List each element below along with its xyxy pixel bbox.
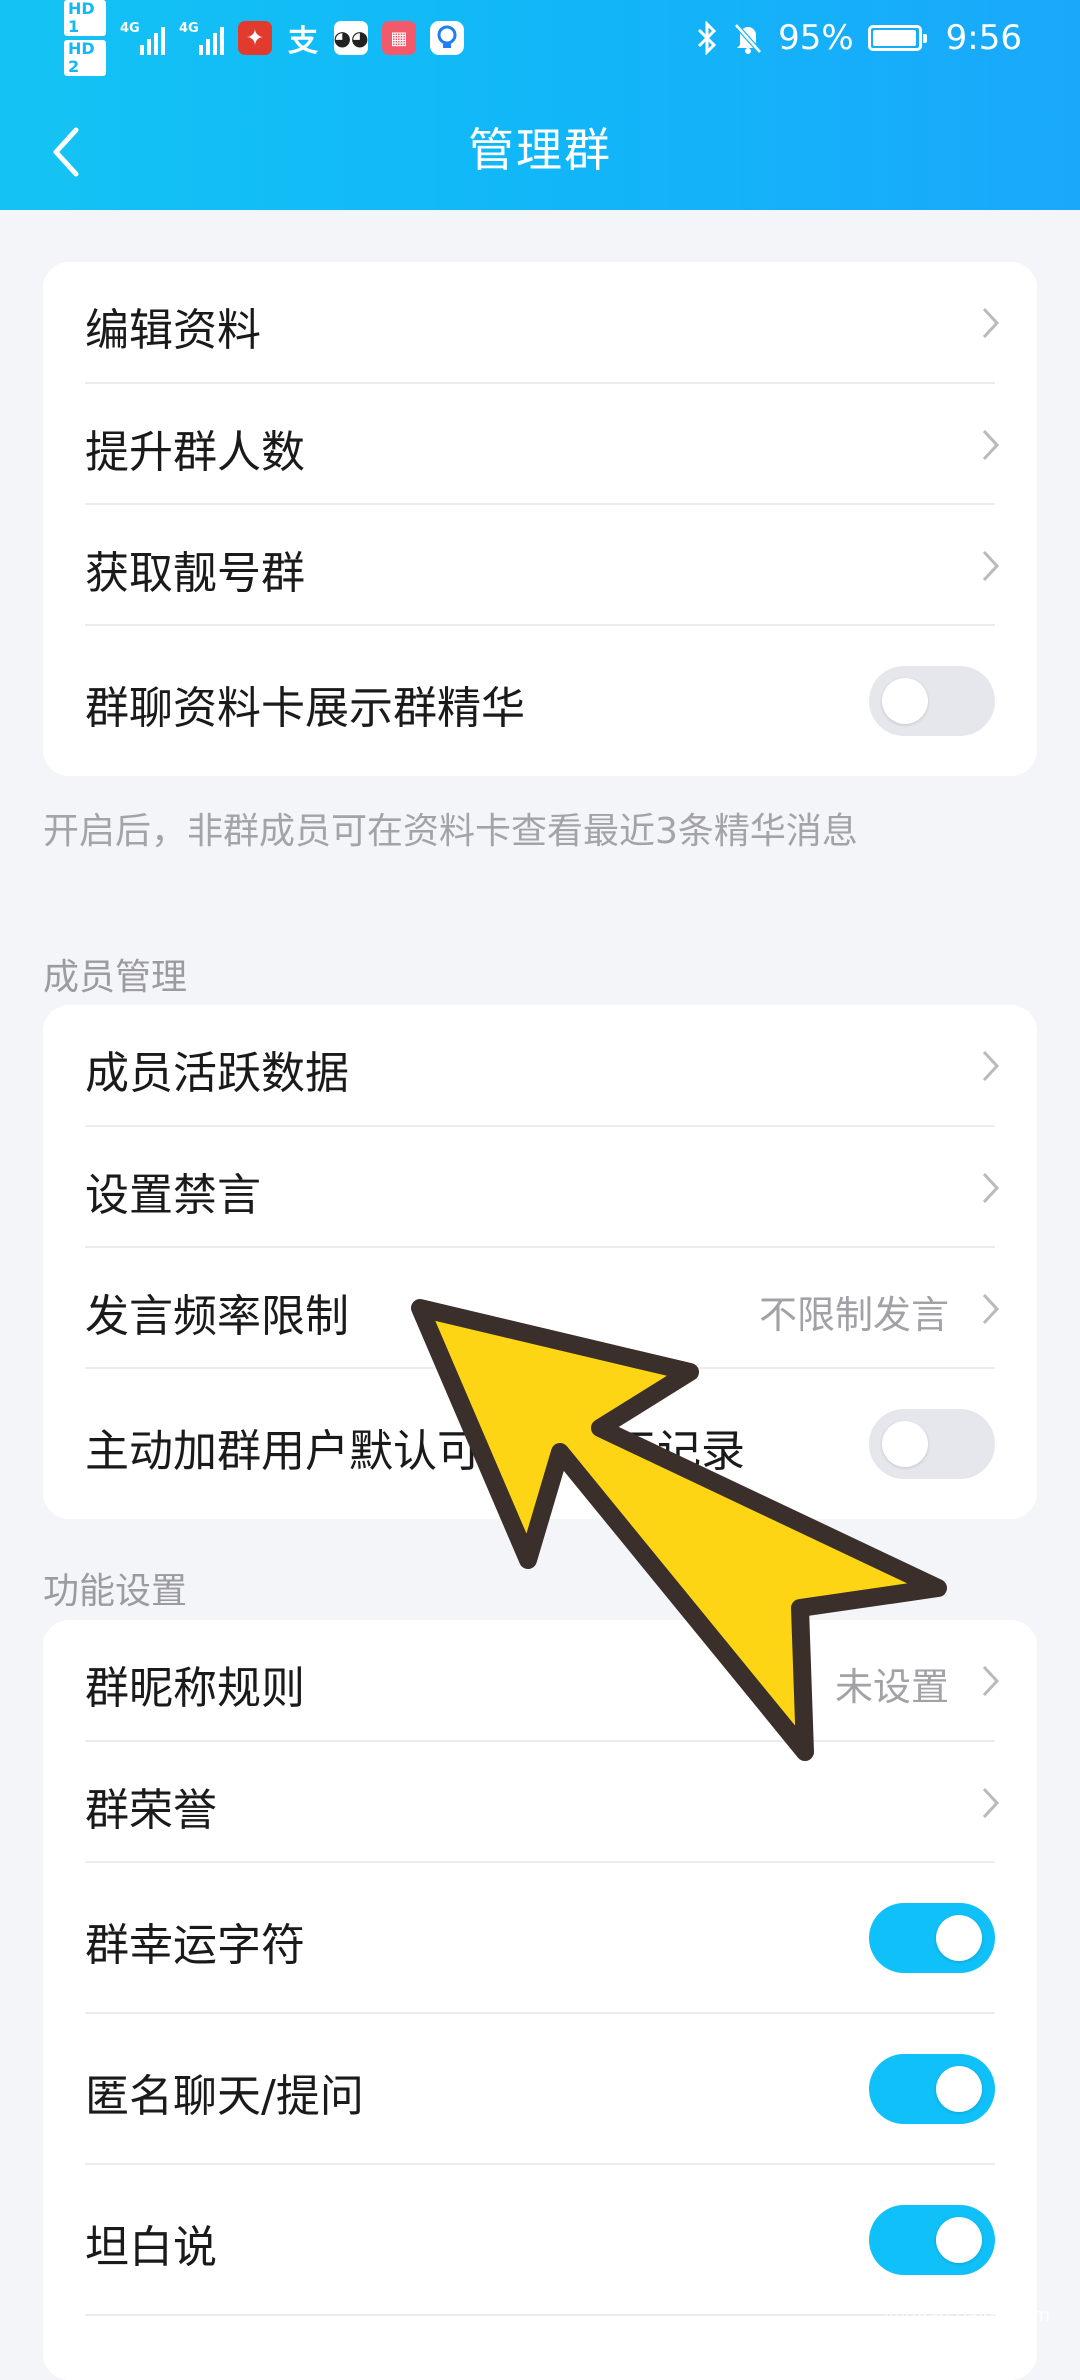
lightbulb-app-icon (430, 21, 464, 55)
row-label: 群荣誉 (85, 1785, 217, 1836)
owl-app-icon: ◕◕ (334, 21, 368, 55)
chevron-right-icon (982, 1172, 1000, 1204)
anonymous-chat-row: 匿名聊天/提问 (43, 2014, 1037, 2165)
lucky-character-toggle[interactable] (869, 1903, 995, 1973)
chevron-right-icon (982, 1665, 1000, 1697)
page-title: 管理群 (468, 123, 612, 177)
row-label: 编辑资料 (85, 305, 261, 356)
clock: 9:56 (945, 18, 1022, 58)
nav-bar: 管理群 (0, 80, 1080, 210)
group-honor-row[interactable]: 群荣誉 (43, 1742, 1037, 1863)
row-label: 匿名聊天/提问 (85, 2071, 364, 2122)
group-info-card: 编辑资料 提升群人数 获取靓号群 群聊资料卡展示群精华 (43, 262, 1037, 776)
chevron-right-icon (982, 1293, 1000, 1325)
section-header-features: 功能设置 (43, 1571, 188, 1612)
edit-profile-row[interactable]: 编辑资料 (43, 262, 1037, 384)
new-member-view-history-row: 主动加群用户默认可查看聊天记录 (43, 1369, 1037, 1519)
chevron-right-icon (982, 1050, 1000, 1082)
row-label: 发言频率限制 (85, 1291, 349, 1342)
mute-bell-icon (734, 23, 762, 54)
raise-member-limit-row[interactable]: 提升群人数 (43, 384, 1037, 505)
essence-note: 开启后，非群成员可在资料卡查看最近3条精华消息 (43, 811, 858, 852)
show-essence-toggle[interactable] (869, 666, 995, 736)
signal-icon-2: 4G (179, 21, 224, 55)
row-value: 未设置 (834, 1665, 949, 1709)
speak-frequency-limit-row[interactable]: 发言频率限制 不限制发言 (43, 1248, 1037, 1369)
chevron-right-icon (982, 429, 1000, 461)
section-header-members: 成员管理 (43, 957, 188, 998)
chevron-right-icon (982, 307, 1000, 339)
row-label: 群聊资料卡展示群精华 (85, 683, 525, 734)
battery-icon (867, 25, 927, 51)
watermark-url: jingyan.baidu.com (883, 2305, 1050, 2326)
anonymous-chat-toggle[interactable] (869, 2054, 995, 2124)
bluetooth-icon (698, 21, 717, 55)
view-history-toggle[interactable] (869, 1409, 995, 1479)
chevron-right-icon (982, 1787, 1000, 1819)
battery-percent: 95% (778, 18, 854, 58)
sim2-badge: HD 2 (64, 40, 106, 76)
row-label: 群昵称规则 (85, 1663, 305, 1714)
status-bar: HD 1 HD 2 4G 4G ✦ 支 ◕◕ ▦ 95% 9:56 (0, 0, 1080, 76)
alipay-app-icon: 支 (288, 24, 318, 59)
row-label: 群幸运字符 (85, 1920, 305, 1971)
row-label: 设置禁言 (85, 1170, 261, 1221)
set-mute-row[interactable]: 设置禁言 (43, 1127, 1037, 1248)
row-label: 提升群人数 (85, 427, 305, 478)
sim1-badge: HD 1 (64, 0, 106, 36)
signal-icon: 4G (120, 21, 165, 55)
chevron-right-icon (982, 550, 1000, 582)
xuexi-app-icon: ✦ (238, 21, 272, 55)
top-bar: HD 1 HD 2 4G 4G ✦ 支 ◕◕ ▦ 95% 9:56 管理群 (0, 0, 1080, 210)
nickname-rule-row[interactable]: 群昵称规则 未设置 (43, 1620, 1037, 1742)
row-value: 不限制发言 (758, 1293, 949, 1337)
book-app-icon: ▦ (382, 21, 416, 55)
member-activity-row[interactable]: 成员活跃数据 (43, 1005, 1037, 1127)
row-label: 坦白说 (85, 2222, 217, 2273)
baidu-watermark: Baidu经验 jingyan.baidu.com (820, 2240, 1050, 2326)
show-essence-on-card-row: 群聊资料卡展示群精华 (43, 626, 1037, 776)
row-label: 主动加群用户默认可查看聊天记录 (85, 1426, 745, 1477)
member-management-card: 成员活跃数据 设置禁言 发言频率限制 不限制发言 主动加群用户默认可查看聊天记录 (43, 1005, 1037, 1519)
row-label: 成员活跃数据 (85, 1048, 349, 1099)
sim-indicators: HD 1 HD 2 (64, 0, 106, 76)
row-label: 获取靓号群 (85, 548, 305, 599)
lucky-character-row: 群幸运字符 (43, 1863, 1037, 2014)
premium-number-group-row[interactable]: 获取靓号群 (43, 505, 1037, 626)
